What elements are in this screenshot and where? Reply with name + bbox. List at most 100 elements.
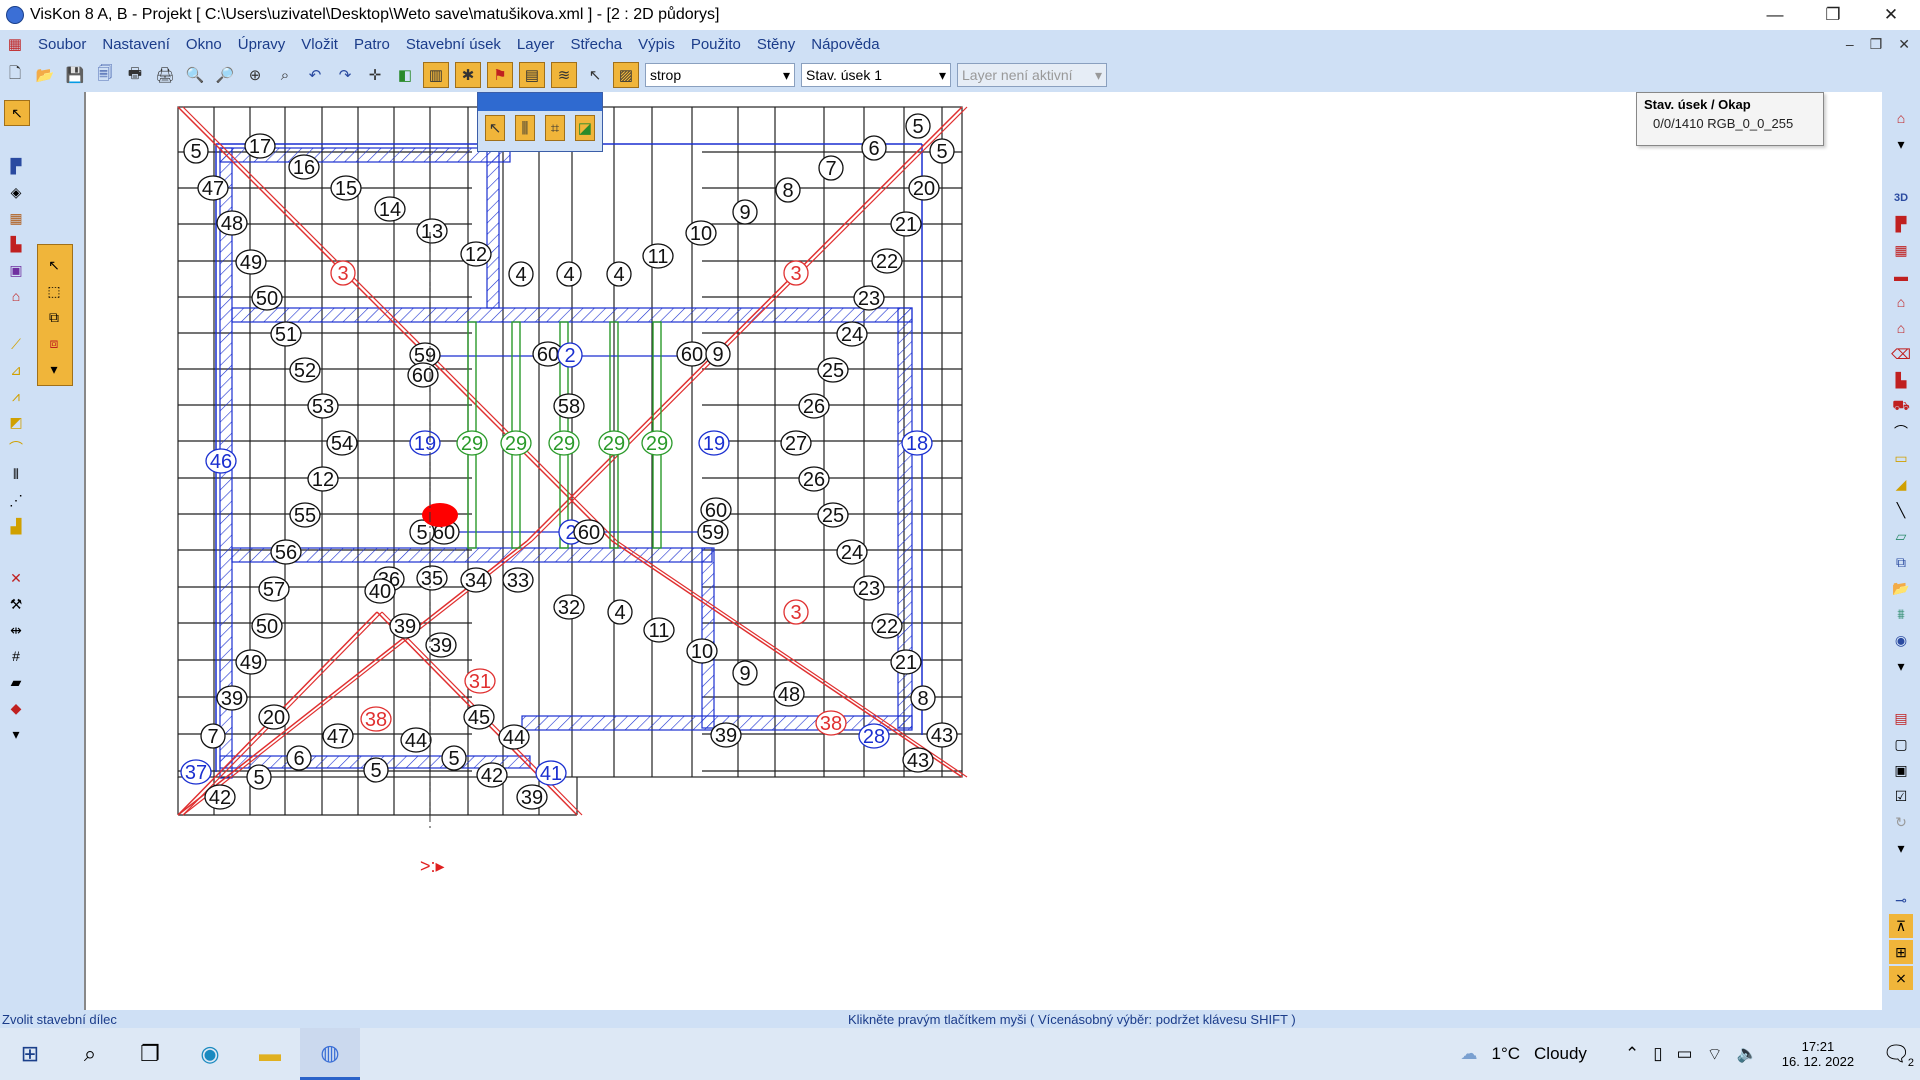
undo-icon[interactable]: ↶ xyxy=(303,63,327,87)
crosshair-icon[interactable]: ✛ xyxy=(363,63,387,87)
subpanel-window-select-icon[interactable]: ⬚ xyxy=(42,279,66,303)
floating-toolbar[interactable]: ↖ ⫼ ⌗ ◪ xyxy=(477,92,603,152)
snap-cross-icon[interactable]: ⨯ xyxy=(1889,966,1913,990)
snap-grid-icon[interactable]: ⊞ xyxy=(1889,940,1913,964)
plate-icon[interactable]: ▱ xyxy=(1889,524,1913,548)
float-apply-icon[interactable]: ◪ xyxy=(575,115,595,141)
menu-napoveda[interactable]: Nápověda xyxy=(803,36,887,53)
folder-icon[interactable]: 📂 xyxy=(1889,576,1913,600)
minimize-button[interactable]: — xyxy=(1746,0,1804,30)
subpanel-group-icon[interactable]: ⧈ xyxy=(42,331,66,355)
roof-icon[interactable]: ⌂ xyxy=(1889,290,1913,314)
snap-mid-icon[interactable]: ⊼ xyxy=(1889,914,1913,938)
line-tool-icon[interactable]: ╲ xyxy=(1889,498,1913,522)
block-icon[interactable]: ◩ xyxy=(4,410,28,434)
wedge-icon[interactable]: ◢ xyxy=(1889,472,1913,496)
star-tool-icon[interactable]: ✱ xyxy=(455,62,481,88)
menu-vlozit[interactable]: Vložit xyxy=(293,36,346,53)
edge-browser-icon[interactable]: ◉ xyxy=(180,1028,240,1080)
cube-icon[interactable]: ◧ xyxy=(393,63,417,87)
drawing-canvas[interactable]: 17 5 16 47 15 14 48 13 49 3 12 4 4 4 11 10 9 8 7 6 5 5 20 21 22 3… xyxy=(84,92,1884,1010)
app-menu-icon[interactable]: ▦ xyxy=(3,32,27,56)
flag-tool-icon[interactable]: ⚑ xyxy=(487,62,513,88)
save-all-icon[interactable]: 🗐 xyxy=(93,63,117,87)
grid-tool-icon[interactable]: ▥ xyxy=(423,62,449,88)
rafter-icon[interactable]: ⊿ xyxy=(4,358,28,382)
truss-icon[interactable]: ⩘ xyxy=(4,384,28,408)
menu-layer[interactable]: Layer xyxy=(509,36,563,53)
weather-temperature[interactable]: 1°C xyxy=(1491,1044,1520,1064)
layers-stack-icon[interactable]: ◈ xyxy=(4,180,28,204)
print-preview-icon[interactable]: 🖨 xyxy=(153,63,177,87)
numbering-icon[interactable]: # xyxy=(4,644,28,668)
refresh-icon[interactable]: ↻ xyxy=(1889,810,1913,834)
task-view-icon[interactable]: ❐ xyxy=(120,1028,180,1080)
menu-steny[interactable]: Stěny xyxy=(749,36,803,53)
subpanel-copy-icon[interactable]: ⧉ xyxy=(42,305,66,329)
check-box-icon[interactable]: ☑ xyxy=(1889,784,1913,808)
building-section-combo[interactable]: Stav. úsek 1 ▾ xyxy=(801,63,951,87)
layer-combo[interactable]: Layer není aktivní ▾ xyxy=(957,63,1107,87)
redo-icon[interactable]: ↷ xyxy=(333,63,357,87)
snap-icon[interactable]: ⊸ xyxy=(1889,888,1913,912)
mdi-close-button[interactable]: ✕ xyxy=(1898,36,1910,53)
device-icon[interactable]: ▯ xyxy=(1653,1044,1662,1064)
weather-text[interactable]: Cloudy xyxy=(1534,1044,1587,1064)
open-folder-icon[interactable]: 📂 xyxy=(33,63,57,87)
floor-plan-svg[interactable]: 1751647 151448 1349 3124 4 411109876552021223… xyxy=(86,92,1884,1010)
opening-icon[interactable]: ▣ xyxy=(4,258,28,282)
truck-icon[interactable]: ⛟ xyxy=(1889,394,1913,418)
wall-red-icon[interactable]: ▦ xyxy=(1889,238,1913,262)
chevron-up-icon[interactable]: ⌃ xyxy=(1625,1044,1639,1064)
roof-house-icon[interactable]: ⌂ xyxy=(4,284,28,308)
speaker-icon[interactable]: 🔈 xyxy=(1737,1044,1758,1064)
select-arrow-icon[interactable]: ↖ xyxy=(4,100,30,126)
delete-icon[interactable]: ✕ xyxy=(4,566,28,590)
panel-icon[interactable]: ▭ xyxy=(1889,446,1913,470)
zoom-in-icon[interactable]: 🔍 xyxy=(183,63,207,87)
frame-fill-icon[interactable]: ▣ xyxy=(1889,758,1913,782)
wifi-icon[interactable]: ⌔ xyxy=(1707,1044,1723,1065)
menu-strecha[interactable]: Střecha xyxy=(562,36,630,53)
door-icon[interactable]: ▙ xyxy=(4,232,28,256)
menu-stavebni-usek[interactable]: Stavební úsek xyxy=(398,36,509,53)
battery-icon[interactable]: ▭ xyxy=(1677,1044,1693,1064)
zoom-all-icon[interactable]: ⌕ xyxy=(273,63,297,87)
select-arrow-icon[interactable]: ↖ xyxy=(583,63,607,87)
scroll-down-icon[interactable]: ▾ xyxy=(1889,132,1913,156)
stairs-icon[interactable]: ⩩ xyxy=(1889,602,1913,626)
save-icon[interactable]: 💾 xyxy=(63,63,87,87)
close-button[interactable]: ✕ xyxy=(1862,0,1920,30)
menu-nastaveni[interactable]: Nastavení xyxy=(94,36,178,53)
menu-soubor[interactable]: Soubor xyxy=(30,36,94,53)
beam-icon[interactable]: ⟋ xyxy=(4,332,28,356)
door-red-icon[interactable]: ▙ xyxy=(1889,368,1913,392)
search-icon[interactable]: ⌕ xyxy=(60,1028,120,1080)
eraser-icon[interactable]: ⌫ xyxy=(1889,342,1913,366)
weather-cloud-icon[interactable]: ☁ xyxy=(1460,1044,1477,1064)
globe-icon[interactable]: ◉ xyxy=(1889,628,1913,652)
element-type-combo[interactable]: strop ▾ xyxy=(645,63,795,87)
float-rafters-icon[interactable]: ⫼ xyxy=(515,115,535,141)
zoom-out-icon[interactable]: 🔎 xyxy=(213,63,237,87)
menu-okno[interactable]: Okno xyxy=(178,36,230,53)
dashed-line-icon[interactable]: ⋰ xyxy=(4,488,28,512)
new-file-icon[interactable]: 🗋 xyxy=(3,63,27,87)
mirror-icon[interactable]: ◆ xyxy=(4,696,28,720)
floating-toolbar-header[interactable] xyxy=(478,93,602,111)
building-red-icon[interactable]: ▛ xyxy=(1889,212,1913,236)
menu-patro[interactable]: Patro xyxy=(346,36,398,53)
menu-vypis[interactable]: Výpis xyxy=(630,36,683,53)
viskon-app-icon[interactable]: ◍ xyxy=(300,1028,360,1080)
subpanel-select-icon[interactable]: ↖ xyxy=(42,253,66,277)
scroll-down-2-icon[interactable]: ▾ xyxy=(1889,654,1913,678)
window-icon[interactable]: ▦ xyxy=(4,206,28,230)
table-icon[interactable]: ▤ xyxy=(1889,706,1913,730)
copy-element-icon[interactable]: ⧉ xyxy=(1889,550,1913,574)
profile-icon[interactable]: ▰ xyxy=(4,670,28,694)
notification-button[interactable]: 🗨 2 xyxy=(1882,1041,1914,1069)
wall-icon[interactable]: ▛ xyxy=(4,154,28,178)
dimension-icon[interactable]: ⇹ xyxy=(4,618,28,642)
float-grid-icon[interactable]: ⌗ xyxy=(545,115,565,141)
lattice-icon[interactable]: ⦀ xyxy=(4,462,28,486)
